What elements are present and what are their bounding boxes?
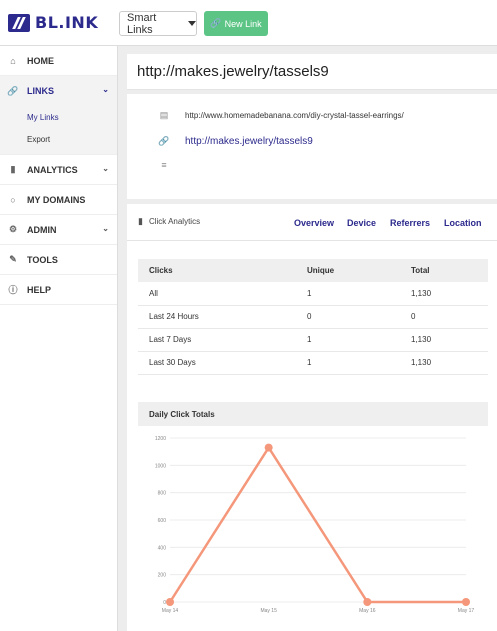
home-icon: ⌂	[10, 55, 16, 66]
link-icon: 🔗	[210, 18, 222, 28]
data-point	[462, 598, 470, 606]
analytics-title: ▮ Click Analytics	[138, 216, 200, 227]
sidebar-item-links[interactable]: 🔗 LINKS ⌄	[0, 76, 117, 106]
tab-referrers[interactable]: Referrers	[390, 218, 430, 228]
short-url-row: 🔗 http://makes.jewelry/tassels9	[158, 136, 313, 147]
sidebar-subitem-export[interactable]: Export	[0, 128, 117, 150]
wrench-icon: ✎	[9, 254, 17, 264]
sidebar-item-tools[interactable]: ✎ TOOLS	[0, 245, 117, 275]
sidebar-item-help[interactable]: ⓘ HELP	[0, 275, 117, 305]
y-tick-label: 800	[158, 491, 167, 497]
analytics-title-text: Click Analytics	[148, 217, 201, 226]
table-row: Last 24 Hours 0 0	[138, 305, 488, 329]
page-title: http://makes.jewelry/tassels9	[127, 54, 497, 90]
table-row: All 1 1,130	[138, 282, 488, 306]
text-lines-icon: ≡	[161, 160, 167, 170]
table-cell: 1	[296, 328, 400, 352]
x-tick-label: May 14	[162, 608, 179, 614]
y-tick-label: 1200	[155, 436, 166, 442]
daily-clicks-chart: 0 200 400 600 800 1000 1200 May 14 May 15 May 16 M…	[155, 436, 475, 614]
table-cell: 1	[296, 351, 400, 375]
tab-location[interactable]: Location	[444, 218, 482, 228]
table-cell: 0	[400, 305, 488, 329]
table-cell: Last 7 Days	[138, 328, 296, 352]
table-header-row: Clicks Unique Total	[138, 259, 488, 282]
sidebar-subitem-my-links[interactable]: My Links	[0, 106, 117, 128]
calendar-icon: ▤	[159, 110, 169, 120]
smart-links-dropdown[interactable]: Smart Links	[119, 11, 197, 36]
column-header: Unique	[296, 259, 400, 282]
logo-mark-icon	[8, 13, 30, 32]
y-tick-label: 400	[158, 545, 167, 551]
logo-text: BL.INK	[35, 13, 99, 32]
column-header: Clicks	[138, 259, 296, 282]
sidebar-item-my-domains[interactable]: ○ MY DOMAINS	[0, 185, 117, 215]
new-link-button[interactable]: 🔗 New Link	[204, 11, 268, 36]
sidebar-item-home[interactable]: ⌂ HOME	[0, 46, 117, 76]
table-cell: 1,130	[400, 282, 488, 306]
chevron-down-icon: ⌄	[102, 224, 109, 233]
gear-icon: ⚙	[8, 224, 18, 234]
y-tick-label: 1000	[155, 463, 166, 469]
lightbulb-icon: ○	[10, 194, 16, 205]
tab-device[interactable]: Device	[347, 218, 376, 228]
link-icon: 🔗	[158, 136, 170, 146]
link-info-card: ▤ http://www.homemadebanana.com/diy-crys…	[127, 94, 497, 199]
sidebar-item-analytics[interactable]: ▮ ANALYTICS ⌄	[0, 155, 117, 185]
data-point	[264, 443, 273, 452]
table-cell: 0	[296, 305, 400, 329]
short-url[interactable]: http://makes.jewelry/tassels9	[185, 136, 313, 147]
link-detail-panel: http://makes.jewelry/tassels9 ▤ http://w…	[127, 54, 497, 199]
y-tick-label: 200	[158, 573, 167, 579]
table-cell: Last 30 Days	[138, 351, 296, 375]
chart-title: Daily Click Totals	[138, 402, 488, 426]
sidebar-item-label: HELP	[27, 284, 52, 295]
sidebar-item-label: MY DOMAINS	[27, 194, 86, 205]
chevron-down-icon: ⌄	[102, 164, 109, 173]
column-header: Total	[400, 259, 488, 282]
table-row: Last 7 Days 1 1,130	[138, 328, 488, 352]
bl-ink-logo[interactable]: BL.INK	[8, 13, 98, 32]
smart-links-label: Smart Links	[127, 11, 157, 36]
tab-overview[interactable]: Overview	[294, 218, 334, 228]
data-point	[166, 598, 174, 606]
table-row: Last 30 Days 1 1,130	[138, 351, 488, 375]
y-tick-label: 0	[163, 600, 166, 606]
sidebar-item-label: ANALYTICS	[27, 164, 78, 175]
sidebar-item-admin[interactable]: ⚙ ADMIN ⌄	[0, 215, 117, 245]
caret-down-icon	[188, 21, 196, 26]
sidebar-item-label: LINKS	[27, 86, 54, 96]
table-cell: All	[138, 282, 296, 306]
x-tick-label: May 17	[458, 608, 475, 614]
sidebar-item-label: ADMIN	[27, 224, 57, 235]
new-link-label: New Link	[224, 18, 262, 29]
sidebar: ⌂ HOME 🔗 LINKS ⌄ My Links Export ▮ ANALY…	[0, 46, 118, 631]
click-analytics-panel: ▮ Click Analytics Overview Device Referr…	[127, 204, 497, 631]
table-cell: 1,130	[400, 351, 488, 375]
bar-chart-icon: ▮	[10, 164, 16, 174]
destination-row: ▤ http://www.homemadebanana.com/diy-crys…	[158, 110, 404, 121]
table-cell: 1	[296, 282, 400, 306]
chevron-down-icon: ⌄	[102, 85, 109, 94]
table-cell: Last 24 Hours	[138, 305, 296, 329]
destination-url[interactable]: http://www.homemadebanana.com/diy-crysta…	[185, 111, 404, 120]
x-tick-label: May 16	[359, 608, 376, 614]
data-point	[363, 598, 372, 606]
y-tick-label: 600	[158, 518, 167, 524]
bar-chart-icon: ▮	[138, 216, 143, 226]
clicks-table: Clicks Unique Total All 1 1,130 Last 24 …	[138, 259, 488, 375]
help-circle-icon: ⓘ	[8, 285, 18, 295]
notes-row: ≡	[158, 160, 185, 170]
series-line	[168, 445, 466, 604]
sidebar-item-label: TOOLS	[27, 254, 58, 265]
sidebar-item-label: HOME	[27, 55, 54, 66]
table-cell: 1,130	[400, 328, 488, 352]
x-tick-label: May 15	[260, 608, 277, 614]
analytics-header: ▮ Click Analytics Overview Device Referr…	[127, 204, 497, 241]
top-header: BL.INK Smart Links 🔗 New Link	[0, 0, 497, 46]
links-submenu: My Links Export	[0, 106, 117, 155]
link-icon: 🔗	[7, 85, 19, 96]
